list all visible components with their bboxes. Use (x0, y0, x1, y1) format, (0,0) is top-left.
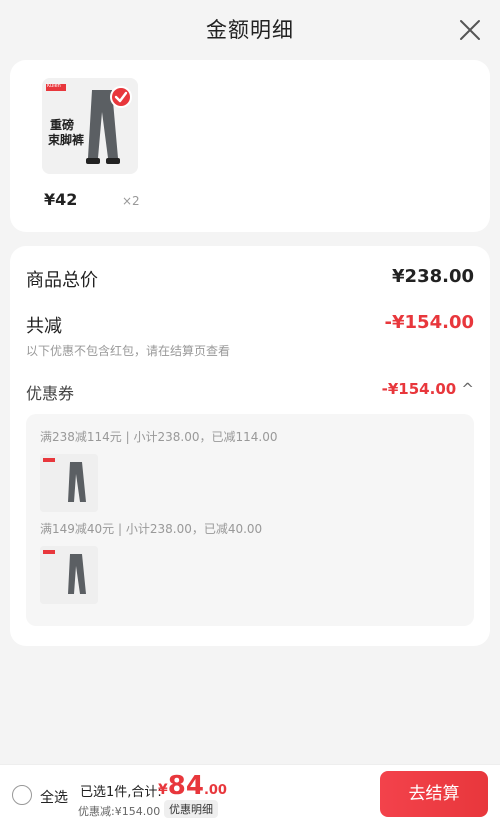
reduction-label: 共减 (26, 316, 62, 337)
coupon-value: -¥154.00 ^ (381, 380, 474, 398)
header: 金额明细 (0, 0, 500, 58)
goods-total-row: 商品总价 ¥238.00 (26, 266, 474, 292)
discount-detail-button[interactable]: 优惠明细 (164, 800, 218, 818)
image-caption: 束脚裤 (48, 133, 85, 147)
coupon-label: 优惠券 (26, 384, 75, 403)
summary-card: 商品总价 ¥238.00 共减 -¥154.00 以下优惠不包含红包，请在结算页… (10, 246, 490, 646)
coupon-product-thumbnail (40, 546, 98, 604)
product-quantity: ×2 (122, 194, 140, 208)
discount-hint: 以下优惠不包含红包，请在结算页查看 (26, 344, 231, 358)
reduction-row: 共减 -¥154.00 (26, 312, 474, 338)
discount-summary: 优惠减:¥154.00 (78, 805, 161, 818)
checkout-bar: 全选 已选1件,合计: ¥84.00 优惠减:¥154.00 优惠明细 去结算 (0, 764, 500, 820)
chevron-up-icon[interactable]: ^ (461, 380, 474, 398)
close-icon[interactable] (458, 18, 482, 42)
selected-check-icon (110, 86, 132, 108)
product-card: Kulen 重磅 束脚裤 ¥42 ×2 (10, 60, 490, 232)
coupon-row[interactable]: 优惠券 -¥154.00 ^ (26, 380, 474, 404)
product-price: ¥42 (44, 190, 78, 209)
coupon-line: 满238减114元 | 小计238.00，已减114.00 (40, 430, 278, 444)
coupon-product-thumbnail (40, 454, 98, 512)
goods-total-label: 商品总价 (26, 270, 98, 291)
select-all-label[interactable]: 全选 (40, 787, 68, 807)
select-all-radio[interactable] (12, 785, 32, 805)
coupon-detail-list: 满238减114元 | 小计238.00，已减114.00 满149减40元 |… (26, 414, 474, 626)
reduction-value: -¥154.00 (384, 312, 474, 333)
brand-logo: Kulen (47, 83, 61, 89)
checkout-button[interactable]: 去结算 (380, 771, 488, 817)
coupon-line: 满149减40元 | 小计238.00，已减40.00 (40, 522, 263, 536)
total-amount: ¥84.00 (158, 771, 227, 801)
selected-count: 已选1件,合计: (80, 785, 162, 800)
product-thumbnail[interactable]: Kulen 重磅 束脚裤 (42, 78, 138, 174)
page-title: 金额明细 (206, 18, 294, 42)
goods-total-value: ¥238.00 (392, 266, 474, 287)
